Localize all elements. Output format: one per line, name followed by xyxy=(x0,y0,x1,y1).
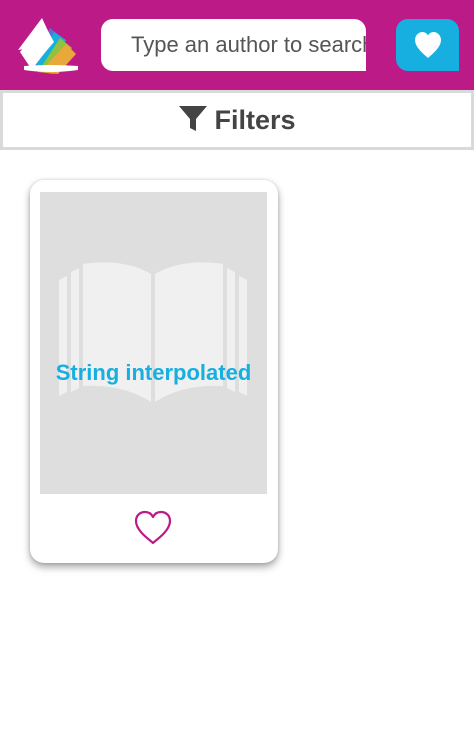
app-header xyxy=(0,0,474,90)
heart-icon xyxy=(414,32,441,58)
filters-label: Filters xyxy=(214,104,296,135)
filter-icon xyxy=(179,106,208,131)
open-book-icon xyxy=(59,262,247,402)
book-card[interactable]: String interpolated xyxy=(30,180,278,563)
author-search-box[interactable] xyxy=(101,19,366,71)
book-cover[interactable]: String interpolated xyxy=(40,192,267,494)
filters-button[interactable]: Filters xyxy=(0,90,474,150)
favorites-button[interactable] xyxy=(396,19,459,71)
book-title: String interpolated xyxy=(55,360,252,385)
author-search-input[interactable] xyxy=(101,19,366,71)
heart-outline-icon[interactable] xyxy=(134,510,172,546)
books-logo-icon[interactable] xyxy=(10,14,82,74)
